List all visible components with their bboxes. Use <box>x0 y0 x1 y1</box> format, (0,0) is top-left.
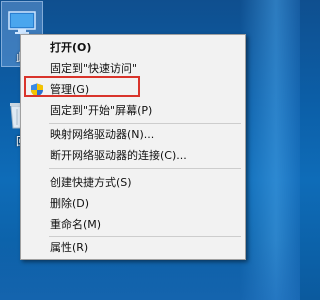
context-menu: 打开(O) 固定到"快速访问" 管理(G) 固定到"开始"屏幕(P) 映射网络驱… <box>20 34 246 260</box>
menu-item-delete[interactable]: 删除(D) <box>21 194 245 214</box>
menu-item-pin-start[interactable]: 固定到"开始"屏幕(P) <box>21 101 245 121</box>
menu-separator <box>49 123 241 124</box>
menu-item-properties[interactable]: 属性(R) <box>21 238 245 258</box>
computer-icon <box>8 11 36 34</box>
menu-separator <box>49 236 241 237</box>
menu-item-map-network-drive[interactable]: 映射网络驱动器(N)... <box>21 125 245 145</box>
manage-highlight-box <box>24 76 140 97</box>
menu-separator <box>49 168 241 169</box>
menu-item-disconnect-network-drive[interactable]: 断开网络驱动器的连接(C)... <box>21 146 245 166</box>
menu-item-create-shortcut[interactable]: 创建快捷方式(S) <box>21 173 245 193</box>
menu-item-rename[interactable]: 重命名(M) <box>21 215 245 235</box>
menu-item-open[interactable]: 打开(O) <box>21 38 245 58</box>
